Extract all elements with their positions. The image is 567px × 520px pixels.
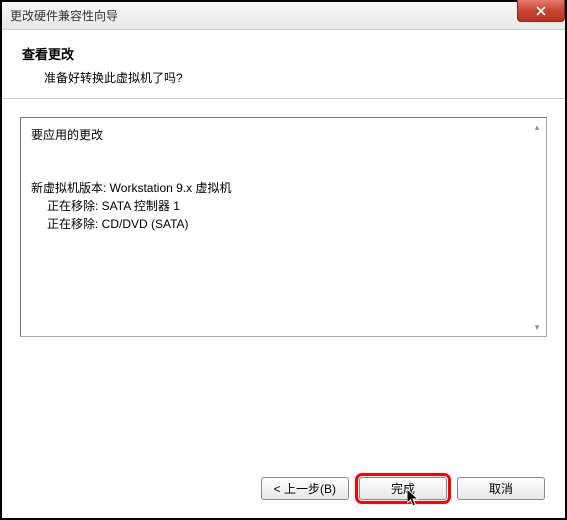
changes-label: 要应用的更改: [31, 126, 536, 143]
change-line-version: 新虚拟机版本: Workstation 9.x 虚拟机: [31, 179, 536, 197]
change-line-remove-cddvd: 正在移除: CD/DVD (SATA): [31, 215, 536, 233]
titlebar-text: 更改硬件兼容性向导: [10, 7, 118, 24]
wizard-dialog: 更改硬件兼容性向导 查看更改 准备好转换此虚拟机了吗? 要应用的更改 新虚拟机版…: [2, 2, 565, 518]
close-icon: [536, 6, 546, 16]
close-button[interactable]: [517, 0, 565, 22]
button-bar: < 上一步(B) 完成 取消: [2, 461, 565, 518]
change-line-remove-sata: 正在移除: SATA 控制器 1: [31, 197, 536, 215]
scrollbar[interactable]: ▴ ▾: [530, 120, 544, 334]
cancel-button[interactable]: 取消: [457, 477, 545, 500]
scroll-up-icon[interactable]: ▴: [530, 120, 544, 134]
finish-button[interactable]: 完成: [359, 477, 447, 500]
back-button[interactable]: < 上一步(B): [261, 477, 349, 500]
content-area: 要应用的更改 新虚拟机版本: Workstation 9.x 虚拟机 正在移除:…: [2, 99, 565, 461]
scroll-down-icon[interactable]: ▾: [530, 320, 544, 334]
titlebar: 更改硬件兼容性向导: [2, 2, 565, 30]
header-section: 查看更改 准备好转换此虚拟机了吗?: [2, 30, 565, 99]
page-title: 查看更改: [22, 44, 545, 63]
changes-list: 新虚拟机版本: Workstation 9.x 虚拟机 正在移除: SATA 控…: [31, 179, 536, 233]
changes-panel: 要应用的更改 新虚拟机版本: Workstation 9.x 虚拟机 正在移除:…: [20, 117, 547, 337]
page-subtitle: 准备好转换此虚拟机了吗?: [22, 69, 545, 86]
